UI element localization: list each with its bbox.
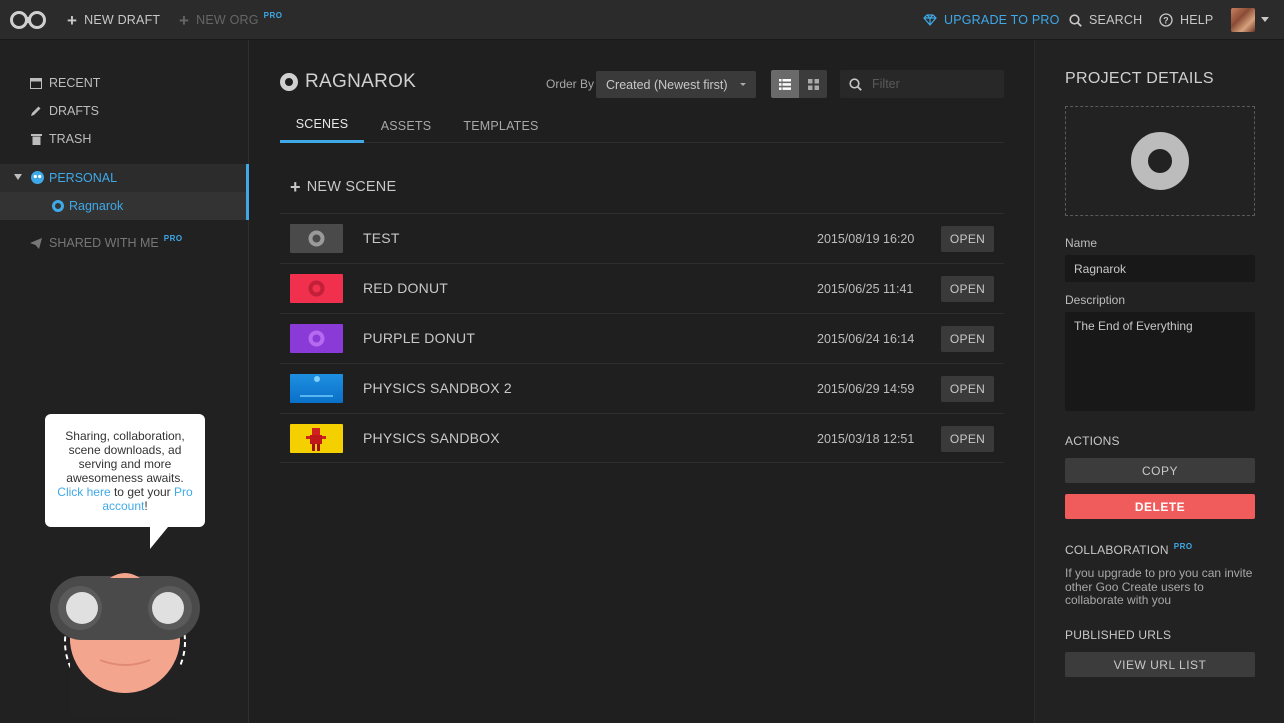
tab-templates[interactable]: TEMPLATES <box>458 108 544 143</box>
plus-icon: + <box>67 10 78 30</box>
tab-bar: SCENES ASSETS TEMPLATES <box>280 108 1004 143</box>
upgrade-to-pro-button[interactable]: UPGRADE TO PRO <box>923 0 1060 40</box>
trash-icon <box>30 133 42 145</box>
description-field[interactable]: The End of Everything <box>1065 312 1255 411</box>
sidebar-item-label: Ragnarok <box>69 199 124 213</box>
scene-list: TEST 2015/08/19 16:20 OPEN RED DONUT 201… <box>280 213 1004 463</box>
grid-view-button[interactable] <box>799 70 827 98</box>
sidebar-item-label: PERSONAL <box>49 171 118 185</box>
chevron-down-icon <box>740 83 746 86</box>
sidebar-item-recent[interactable]: RECENT <box>30 73 100 93</box>
tab-assets[interactable]: ASSETS <box>373 108 439 143</box>
pro-badge: PRO <box>1173 542 1193 551</box>
delete-button[interactable]: DELETE <box>1065 494 1255 519</box>
scene-row-test[interactable]: TEST 2015/08/19 16:20 OPEN <box>280 213 1004 263</box>
goo-logo-icon[interactable] <box>10 11 46 29</box>
scene-name: RED DONUT <box>363 280 449 296</box>
list-view-button[interactable] <box>771 70 799 98</box>
filter-input[interactable] <box>872 77 992 91</box>
grid-icon <box>807 78 819 90</box>
name-label: Name <box>1065 236 1098 250</box>
diamond-icon <box>923 14 937 26</box>
sidebar-item-trash[interactable]: TRASH <box>30 129 91 149</box>
name-field[interactable]: Ragnarok <box>1065 255 1255 282</box>
click-here-link[interactable]: Click here <box>57 485 110 499</box>
svg-text:?: ? <box>1163 16 1169 26</box>
sidebar: RECENT DRAFTS TRASH PERSONAL Ragnarok SH… <box>0 40 249 723</box>
open-button[interactable]: OPEN <box>941 376 994 402</box>
calendar-icon <box>30 77 42 89</box>
open-button[interactable]: OPEN <box>941 276 994 302</box>
scene-thumbnail <box>290 324 343 353</box>
caret-down-icon[interactable] <box>14 174 22 180</box>
filter-box <box>840 70 1004 98</box>
published-urls-label: PUBLISHED URLS <box>1065 628 1172 642</box>
scene-name: PHYSICS SANDBOX <box>363 430 500 446</box>
open-button[interactable]: OPEN <box>941 326 994 352</box>
scene-date: 2015/06/24 16:14 <box>817 332 915 346</box>
scene-date: 2015/08/19 16:20 <box>817 232 915 246</box>
scene-row-physics-sandbox[interactable]: PHYSICS SANDBOX 2015/03/18 12:51 OPEN <box>280 413 1004 463</box>
actions-label: ACTIONS <box>1065 434 1120 448</box>
open-button[interactable]: OPEN <box>941 226 994 252</box>
project-ring-icon <box>1131 132 1189 190</box>
paper-plane-icon <box>30 237 42 249</box>
sidebar-item-drafts[interactable]: DRAFTS <box>30 101 99 121</box>
project-ring-icon <box>52 200 64 212</box>
project-details-heading: PROJECT DETAILS <box>1065 70 1214 87</box>
project-title: RAGNAROK <box>280 71 416 93</box>
list-icon <box>779 78 791 90</box>
scene-date: 2015/06/29 14:59 <box>817 382 915 396</box>
plus-icon: + <box>290 177 301 197</box>
pencil-icon <box>30 105 42 117</box>
collaboration-text: If you upgrade to pro you can invite oth… <box>1065 566 1253 607</box>
scene-row-purple-donut[interactable]: PURPLE DONUT 2015/06/24 16:14 OPEN <box>280 313 1004 363</box>
search-icon <box>1069 13 1082 27</box>
view-url-list-button[interactable]: VIEW URL LIST <box>1065 652 1255 677</box>
scene-row-red-donut[interactable]: RED DONUT 2015/06/25 11:41 OPEN <box>280 263 1004 313</box>
scene-name: PHYSICS SANDBOX 2 <box>363 380 512 396</box>
sidebar-item-shared[interactable]: SHARED WITH ME PRO <box>30 233 183 253</box>
pro-badge: PRO <box>263 10 283 20</box>
scene-thumbnail <box>290 274 343 303</box>
new-scene-button[interactable]: + NEW SCENE <box>290 178 396 196</box>
scene-row-physics-sandbox-2[interactable]: PHYSICS SANDBOX 2 2015/06/29 14:59 OPEN <box>280 363 1004 413</box>
order-by-select[interactable]: Created (Newest first) <box>596 71 756 98</box>
order-by-label: Order By <box>546 77 595 91</box>
help-button[interactable]: ? HELP <box>1159 0 1213 40</box>
scene-thumbnail <box>290 424 343 453</box>
project-image-dropzone[interactable] <box>1065 106 1255 216</box>
scene-date: 2015/03/18 12:51 <box>817 432 915 446</box>
collaboration-label: COLLABORATION PRO <box>1065 542 1193 557</box>
scene-thumbnail <box>290 374 343 403</box>
chevron-down-icon[interactable] <box>1261 17 1269 22</box>
user-group-icon <box>31 171 44 187</box>
open-button[interactable]: OPEN <box>941 426 994 452</box>
main-content: RAGNAROK Order By Created (Newest first)… <box>250 40 1034 723</box>
plus-icon: + <box>179 10 190 30</box>
user-avatar[interactable] <box>1231 8 1255 32</box>
top-bar: + NEW DRAFT + NEW ORG PRO UPGRADE TO PRO… <box>0 0 1284 40</box>
search-button[interactable]: SEARCH <box>1069 0 1142 40</box>
help-icon: ? <box>1159 13 1173 27</box>
description-label: Description <box>1065 293 1126 307</box>
goo-mascot-icon <box>50 573 200 718</box>
tab-scenes[interactable]: SCENES <box>280 108 364 143</box>
scene-thumbnail <box>290 224 343 253</box>
sidebar-item-ragnarok[interactable]: Ragnarok <box>0 192 249 220</box>
sidebar-item-personal[interactable]: PERSONAL <box>0 164 249 192</box>
search-icon <box>849 77 862 91</box>
pro-badge: PRO <box>163 233 183 243</box>
copy-button[interactable]: COPY <box>1065 458 1255 483</box>
scene-date: 2015/06/25 11:41 <box>817 282 914 296</box>
scene-name: PURPLE DONUT <box>363 330 476 346</box>
new-draft-button[interactable]: + NEW DRAFT <box>67 0 160 40</box>
project-details-panel: PROJECT DETAILS Name Ragnarok Descriptio… <box>1034 40 1284 723</box>
project-ring-icon <box>280 73 298 91</box>
new-org-button[interactable]: + NEW ORG PRO <box>179 0 283 40</box>
scene-name: TEST <box>363 230 400 246</box>
pro-promo-tooltip: Sharing, collaboration, scene downloads,… <box>45 414 205 549</box>
